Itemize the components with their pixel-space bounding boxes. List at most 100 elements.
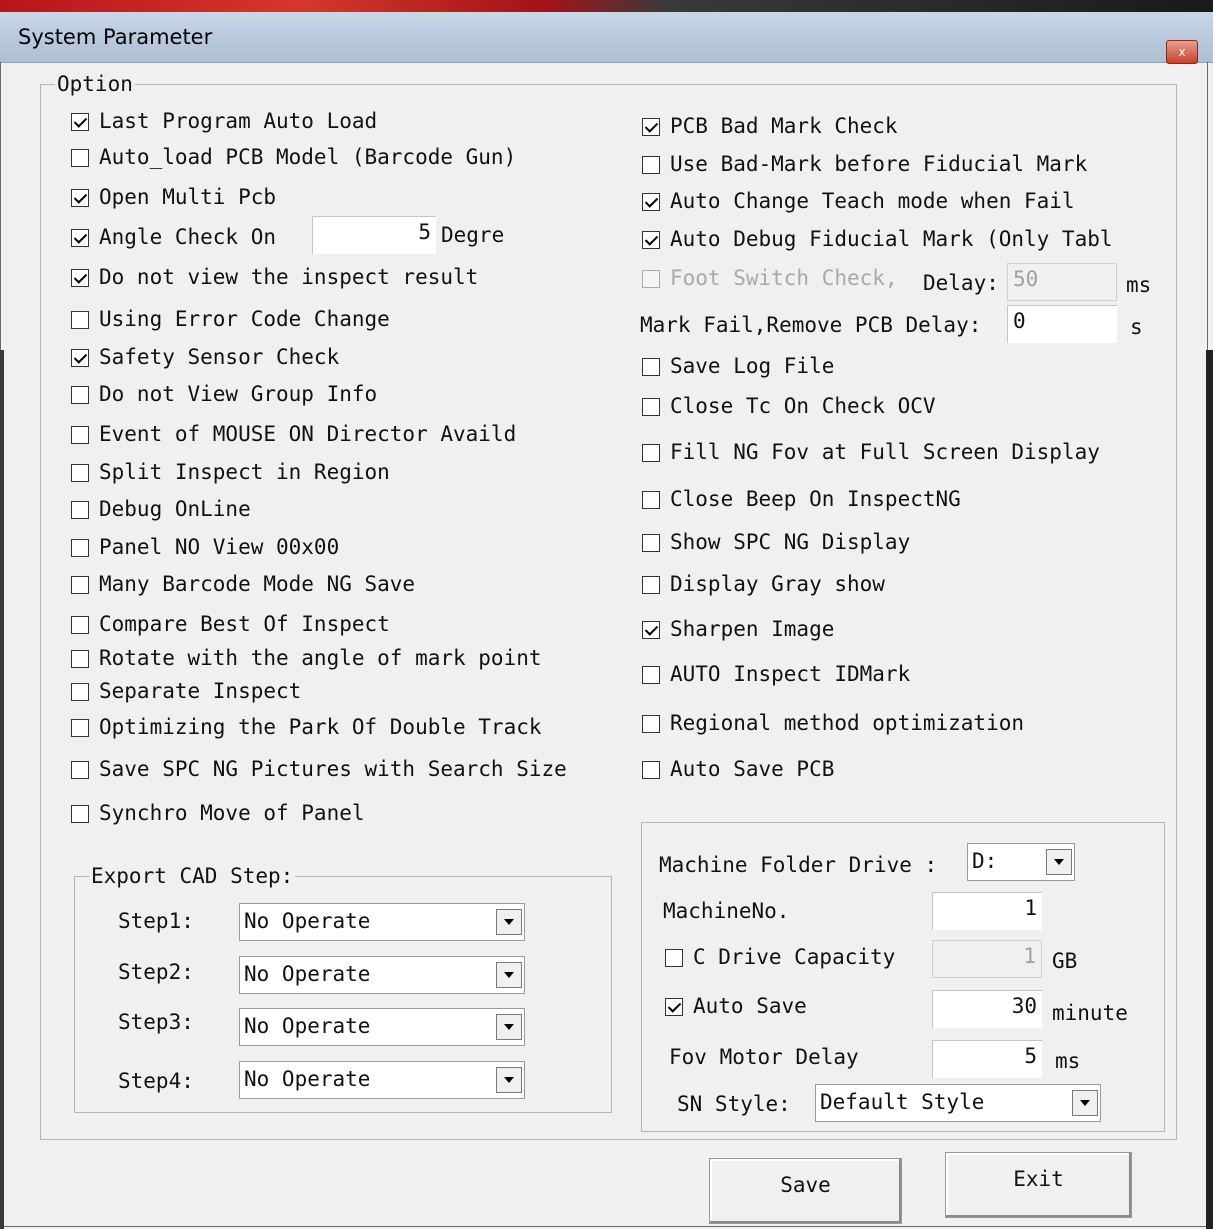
- auto-save-input[interactable]: 30: [932, 990, 1042, 1028]
- checkbox-icon[interactable]: [71, 761, 89, 779]
- auto-save-checkbox[interactable]: Auto Save: [665, 993, 807, 1019]
- step4-select[interactable]: No Operate: [239, 1061, 525, 1099]
- rotate-with-the-angle-of-mark-point-checkbox[interactable]: Rotate with the angle of mark point: [71, 645, 542, 671]
- pcb-bad-mark-check-checkbox[interactable]: PCB Bad Mark Check: [642, 113, 898, 139]
- fov-motor-delay-input[interactable]: 5: [932, 1040, 1042, 1078]
- checkbox-icon[interactable]: [71, 149, 89, 167]
- window-shadow-right: [1206, 350, 1213, 1229]
- checkbox-icon[interactable]: [71, 501, 89, 519]
- event-of-mouse-on-director-availd-checkbox[interactable]: Event of MOUSE ON Director Availd: [71, 421, 516, 447]
- do-not-view-group-info-checkbox[interactable]: Do not View Group Info: [71, 381, 377, 407]
- step1-select[interactable]: No Operate: [239, 903, 525, 941]
- chevron-down-icon[interactable]: [496, 1067, 522, 1093]
- folder-drive-select[interactable]: D:: [967, 843, 1075, 881]
- checkbox-icon[interactable]: [642, 193, 660, 211]
- use-bad-mark-before-fiducial-mark-checkbox[interactable]: Use Bad-Mark before Fiducial Mark: [642, 151, 1087, 177]
- checkbox-icon[interactable]: [642, 621, 660, 639]
- synchro-move-of-panel-checkbox[interactable]: Synchro Move of Panel: [71, 800, 365, 826]
- checkbox-icon[interactable]: [71, 683, 89, 701]
- checkbox-icon[interactable]: [71, 189, 89, 207]
- exit-button[interactable]: Exit: [945, 1152, 1132, 1218]
- checkbox-icon[interactable]: [71, 805, 89, 823]
- angle-check-on-checkbox[interactable]: Angle Check On: [71, 224, 276, 250]
- debug-online-checkbox[interactable]: Debug OnLine: [71, 496, 251, 522]
- checkbox-icon[interactable]: [71, 229, 89, 247]
- auto-save-pcb-checkbox[interactable]: Auto Save PCB: [642, 756, 834, 782]
- using-error-code-change-checkbox[interactable]: Using Error Code Change: [71, 306, 390, 332]
- checkbox-icon: [642, 270, 660, 288]
- close-tc-on-check-ocv-checkbox[interactable]: Close Tc On Check OCV: [642, 393, 936, 419]
- checkbox-icon[interactable]: [71, 576, 89, 594]
- title-bar[interactable]: System Parameter x: [0, 12, 1213, 64]
- mark-fail-label: Mark Fail,Remove PCB Delay:: [640, 313, 982, 337]
- optimizing-the-park-of-double-track-checkbox[interactable]: Optimizing the Park Of Double Track: [71, 714, 542, 740]
- safety-sensor-check-checkbox[interactable]: Safety Sensor Check: [71, 344, 339, 370]
- checkbox-icon[interactable]: [71, 349, 89, 367]
- checkbox-icon[interactable]: [642, 118, 660, 136]
- checkbox-icon[interactable]: [642, 156, 660, 174]
- checkbox-icon[interactable]: [71, 719, 89, 737]
- do-not-view-the-inspect-result-checkbox[interactable]: Do not view the inspect result: [71, 264, 478, 290]
- export-cad-legend: Export CAD Step:: [89, 864, 296, 888]
- step3-select[interactable]: No Operate: [239, 1008, 525, 1046]
- save-button-label: Save: [780, 1173, 831, 1197]
- save-button[interactable]: Save: [709, 1158, 902, 1224]
- auto-load-pcb-model-barcode-gun-checkbox[interactable]: Auto_load PCB Model (Barcode Gun): [71, 144, 516, 170]
- checkbox-icon[interactable]: [642, 666, 660, 684]
- angle-check-input[interactable]: 5: [312, 216, 436, 254]
- split-inspect-in-region-checkbox[interactable]: Split Inspect in Region: [71, 459, 390, 485]
- checkbox-icon[interactable]: [642, 576, 660, 594]
- panel-no-view-00x00-checkbox[interactable]: Panel NO View 00x00: [71, 534, 339, 560]
- checkbox-label: Compare Best Of Inspect: [99, 612, 390, 636]
- checkbox-icon[interactable]: [642, 231, 660, 249]
- close-icon[interactable]: x: [1166, 40, 1198, 64]
- sharpen-image-checkbox[interactable]: Sharpen Image: [642, 616, 834, 642]
- last-program-auto-load-checkbox[interactable]: Last Program Auto Load: [71, 108, 377, 134]
- auto-debug-fiducial-mark-only-tabl-checkbox[interactable]: Auto Debug Fiducial Mark (Only Tabl: [642, 226, 1113, 252]
- checkbox-icon[interactable]: [71, 311, 89, 329]
- checkbox-icon[interactable]: [71, 426, 89, 444]
- checkbox-label: Do not view the inspect result: [99, 265, 479, 289]
- mark-fail-delay-input[interactable]: 0: [1007, 305, 1117, 343]
- chevron-down-icon[interactable]: [1046, 849, 1072, 875]
- auto-change-teach-mode-when-fail-checkbox[interactable]: Auto Change Teach mode when Fail: [642, 188, 1075, 214]
- checkbox-icon[interactable]: [71, 464, 89, 482]
- chevron-down-icon[interactable]: [496, 909, 522, 935]
- chevron-down-icon[interactable]: [496, 962, 522, 988]
- checkbox-icon[interactable]: [665, 998, 683, 1016]
- auto-inspect-idmark-checkbox[interactable]: AUTO Inspect IDMark: [642, 661, 910, 687]
- regional-method-optimization-checkbox[interactable]: Regional method optimization: [642, 710, 1024, 736]
- chevron-down-icon[interactable]: [496, 1014, 522, 1040]
- checkbox-icon[interactable]: [71, 386, 89, 404]
- checkbox-label: Many Barcode Mode NG Save: [99, 572, 416, 596]
- checkbox-icon[interactable]: [71, 269, 89, 287]
- c-drive-label: C Drive Capacity: [693, 945, 896, 969]
- close-beep-on-inspectng-checkbox[interactable]: Close Beep On InspectNG: [642, 486, 961, 512]
- c-drive-capacity-checkbox[interactable]: C Drive Capacity: [665, 944, 895, 970]
- save-spc-ng-pictures-with-search-size-checkbox[interactable]: Save SPC NG Pictures with Search Size: [71, 756, 567, 782]
- checkbox-icon[interactable]: [71, 539, 89, 557]
- checkbox-icon[interactable]: [642, 534, 660, 552]
- open-multi-pcb-checkbox[interactable]: Open Multi Pcb: [71, 184, 276, 210]
- sn-style-select[interactable]: Default Style: [815, 1084, 1101, 1122]
- checkbox-icon[interactable]: [665, 949, 683, 967]
- fill-ng-fov-at-full-screen-display-checkbox[interactable]: Fill NG Fov at Full Screen Display: [642, 439, 1100, 465]
- compare-best-of-inspect-checkbox[interactable]: Compare Best Of Inspect: [71, 611, 390, 637]
- chevron-down-icon[interactable]: [1072, 1090, 1098, 1116]
- checkbox-icon[interactable]: [642, 444, 660, 462]
- checkbox-icon[interactable]: [642, 398, 660, 416]
- checkbox-icon[interactable]: [642, 715, 660, 733]
- checkbox-icon[interactable]: [642, 358, 660, 376]
- machine-no-input[interactable]: 1: [932, 892, 1042, 930]
- display-gray-show-checkbox[interactable]: Display Gray show: [642, 571, 885, 597]
- checkbox-icon[interactable]: [642, 761, 660, 779]
- show-spc-ng-display-checkbox[interactable]: Show SPC NG Display: [642, 529, 910, 555]
- checkbox-icon[interactable]: [642, 491, 660, 509]
- save-log-file-checkbox[interactable]: Save Log File: [642, 353, 834, 379]
- many-barcode-mode-ng-save-checkbox[interactable]: Many Barcode Mode NG Save: [71, 571, 415, 597]
- step2-select[interactable]: No Operate: [239, 956, 525, 994]
- checkbox-icon[interactable]: [71, 650, 89, 668]
- checkbox-icon[interactable]: [71, 616, 89, 634]
- separate-inspect-checkbox[interactable]: Separate Inspect: [71, 678, 301, 704]
- checkbox-icon[interactable]: [71, 113, 89, 131]
